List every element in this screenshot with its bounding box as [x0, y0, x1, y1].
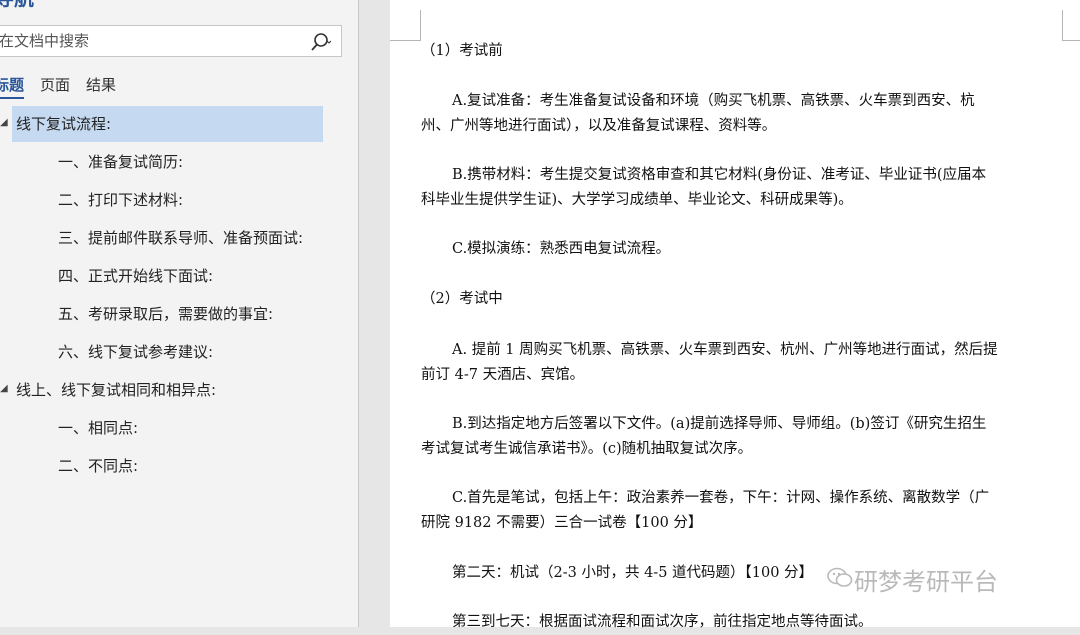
page-margin-corner	[390, 10, 421, 41]
tab-headings[interactable]: 标题	[0, 74, 25, 99]
page-margin-corner	[1062, 10, 1080, 41]
doc-line: B.到达指定地方后签署以下文件。(a)提前选择导师、导师组。(b)签订《研究生招…	[452, 416, 987, 432]
tree-item-offline-process[interactable]: 线下复试流程:	[12, 106, 323, 142]
doc-line: 第三到七天：根据面试流程和面试次序，前往指定地点等待面试。	[452, 614, 873, 630]
watermark-text: 研梦考研平台	[854, 568, 998, 596]
navigation-title: 导航	[0, 0, 34, 11]
doc-line: A. 提前 1 周购买飞机票、高铁票、火车票到西安、杭州、广州等地进行面试，然后…	[452, 342, 998, 358]
doc-line: 州、广州等地进行面试），以及准备复试课程、资料等。	[421, 118, 777, 134]
section-heading-during-exam: （2）考试中	[421, 291, 503, 307]
doc-line: C.模拟演练：熟悉西电复试流程。	[452, 241, 671, 257]
tree-item-online-offline-compare[interactable]: 线上、线下复试相同和相异点:	[16, 372, 216, 408]
collapse-caret-icon[interactable]: ◢	[0, 117, 8, 128]
document-page[interactable]: （1）考试前 A.复试准备：考生准备复试设备和环境（购买飞机票、高铁票、火车票到…	[390, 0, 1080, 630]
tree-item-print-materials[interactable]: 二、打印下述材料:	[58, 182, 183, 218]
collapse-caret-icon[interactable]: ◢	[0, 383, 8, 394]
tree-item-similarities[interactable]: 一、相同点:	[58, 410, 138, 446]
search-input[interactable]	[0, 26, 299, 56]
tab-pages[interactable]: 页面	[40, 74, 70, 99]
tree-item-differences[interactable]: 二、不同点:	[58, 448, 138, 484]
tree-item-resume[interactable]: 一、准备复试简历:	[58, 144, 183, 180]
document-area: （1）考试前 A.复试准备：考生准备复试设备和环境（购买飞机票、高铁票、火车票到…	[359, 0, 1080, 630]
doc-line: 考试复试考生诚信承诺书》。(c)随机抽取复试次序。	[421, 441, 753, 457]
doc-line: 研院 9182 不需要）三合一试卷【100 分】	[421, 515, 703, 531]
search-box[interactable]	[0, 25, 342, 57]
tree-item-after-admission[interactable]: 五、考研录取后，需要做的事宜:	[58, 296, 273, 332]
doc-line: B.携带材料：考生提交复试资格审查和其它材料(身份证、准考证、毕业证书(应届本	[452, 167, 987, 183]
section-heading-before-exam: （1）考试前	[421, 43, 503, 59]
tree-item-suggestions[interactable]: 六、线下复试参考建议:	[58, 334, 213, 370]
doc-line: C.首先是笔试，包括上午：政治素养一套卷，下午：计网、操作系统、离散数学（广	[452, 490, 990, 506]
doc-line: 前订 4-7 天酒店、宾馆。	[421, 367, 585, 383]
tab-results[interactable]: 结果	[86, 74, 116, 99]
search-icon[interactable]	[310, 32, 332, 52]
wechat-icon	[827, 567, 853, 587]
nav-tabs: 标题 页面 结果	[0, 74, 116, 99]
tree-item-label: 线下复试流程:	[16, 115, 112, 133]
doc-line: 科毕业生提供学生证)、大学学习成绩单、毕业论文、科研成果等)。	[421, 192, 853, 208]
tree-item-formal-interview[interactable]: 四、正式开始线下面试:	[58, 258, 213, 294]
tree-item-contact-supervisor[interactable]: 三、提前邮件联系导师、准备预面试:	[58, 220, 303, 256]
doc-line: A.复试准备：考生准备复试设备和环境（购买飞机票、高铁票、火车票到西安、杭	[452, 93, 975, 109]
navigation-pane: 导航 标题 页面 结果 线下复试流程: ◢ 一、准备复试简历: 二、打印下述材料…	[0, 0, 359, 627]
